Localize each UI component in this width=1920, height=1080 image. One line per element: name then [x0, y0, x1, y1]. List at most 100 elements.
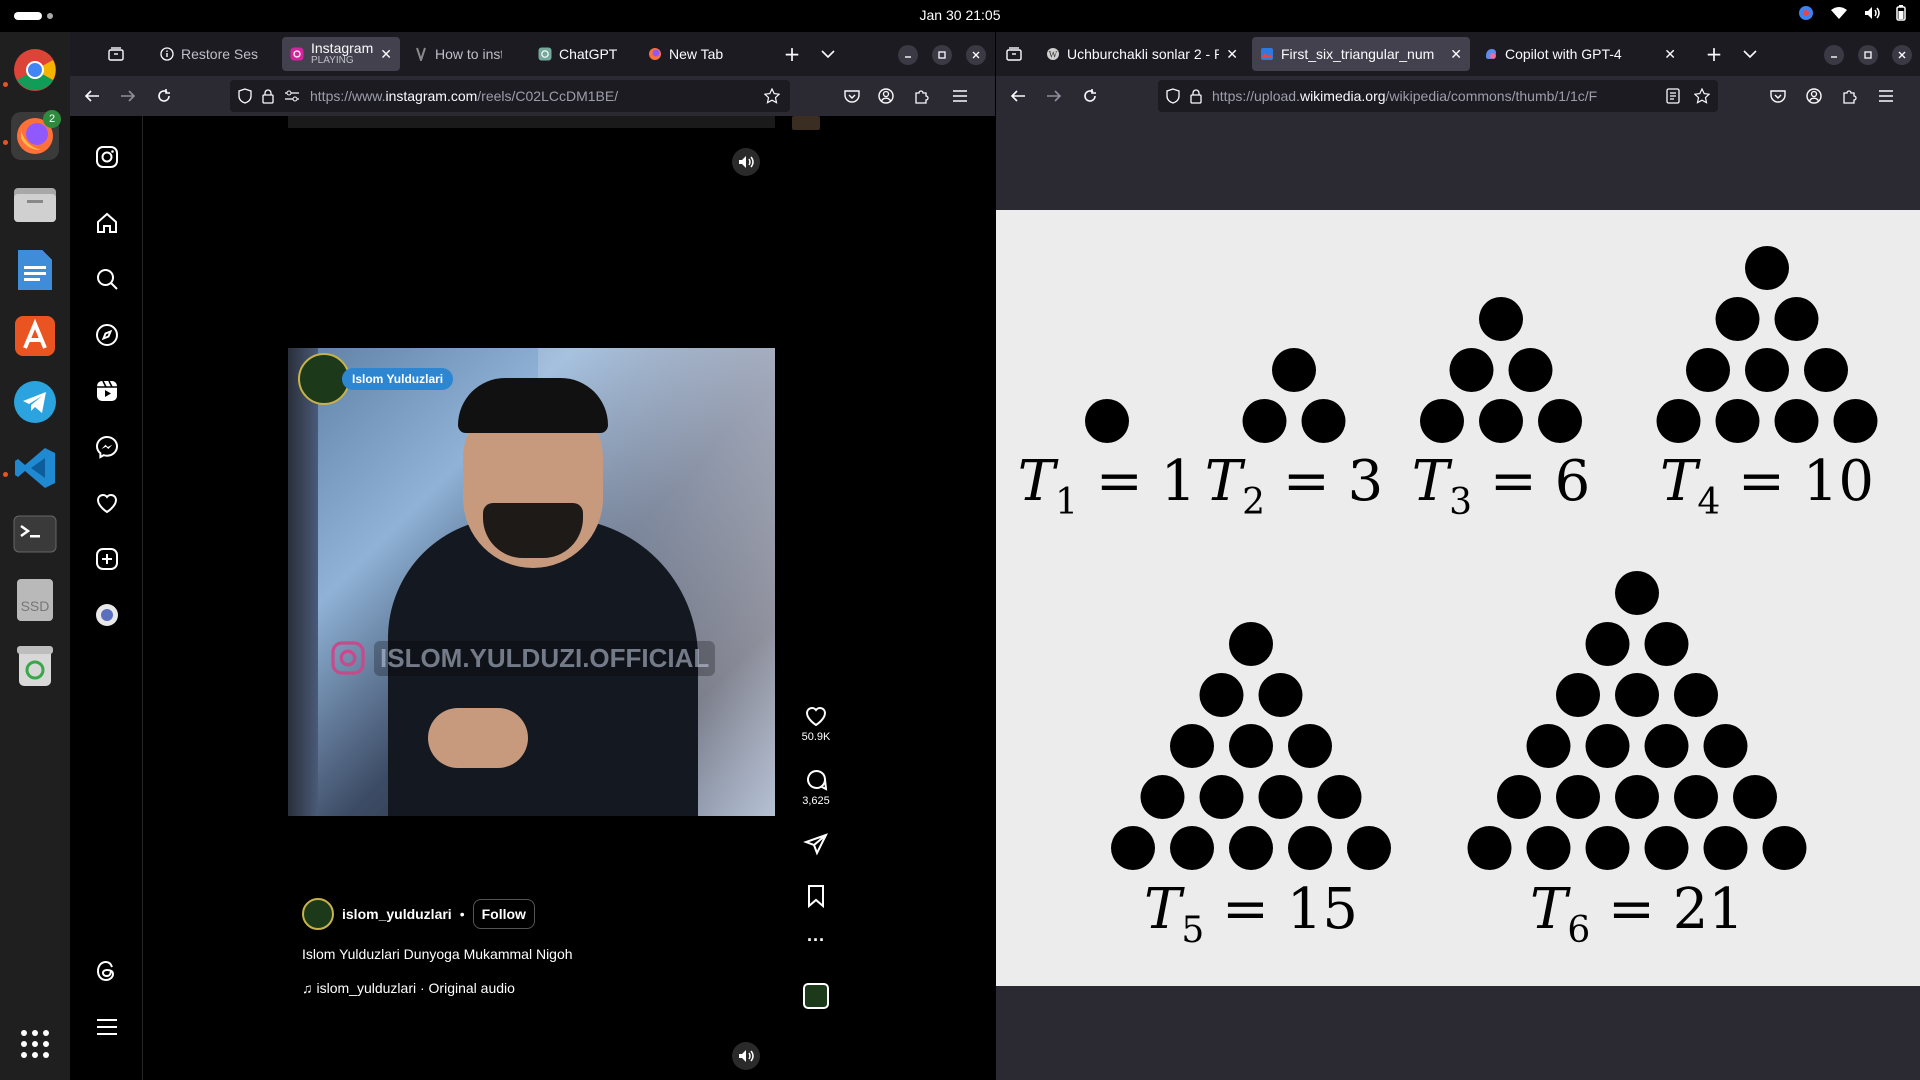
dock-show-apps[interactable]	[11, 1020, 59, 1068]
reels-icon[interactable]	[94, 378, 120, 404]
reel-audio[interactable]: ♫ islom_yulduzlari · Original audio	[302, 980, 515, 996]
tab-restore-session[interactable]: Restore Ses	[152, 37, 276, 71]
tab-chatgpt[interactable]: ChatGPT	[530, 37, 634, 71]
pocket-button[interactable]	[842, 86, 862, 106]
dot	[1703, 724, 1748, 768]
close-window-button[interactable]	[1892, 45, 1912, 65]
firefox-view-button[interactable]	[1004, 44, 1024, 64]
list-all-tabs-button[interactable]	[1740, 44, 1760, 64]
audio-thumb-button[interactable]	[792, 983, 840, 1009]
tab-uchburchakli-sonlar[interactable]: W Uchburchakli sonlar 2 - R ✕	[1038, 37, 1246, 71]
tab-label: Restore Ses	[181, 46, 259, 62]
account-button[interactable]	[1804, 86, 1824, 106]
tab-close-icon[interactable]: ✕	[1664, 46, 1676, 63]
dock-firefox[interactable]: 2	[11, 110, 61, 160]
instagram-icon	[331, 641, 365, 675]
reload-button[interactable]	[154, 86, 174, 106]
dot	[1585, 826, 1630, 870]
dock-files[interactable]	[11, 180, 59, 228]
triangular-number-label: T3 = 6	[1412, 449, 1590, 523]
new-tab-button[interactable]: +	[1704, 42, 1724, 66]
share-button[interactable]	[792, 832, 840, 859]
dock-ssd[interactable]: SSD	[11, 576, 59, 624]
clock[interactable]: Jan 30 21:05	[0, 7, 1920, 23]
maximize-button[interactable]	[1858, 45, 1878, 65]
reel-video[interactable]: Islom Yulduzlari ISLOM.YULDUZI.OFFICIAL	[288, 348, 775, 816]
reel-caption[interactable]: Islom Yulduzlari Dunyoga Mukammal Nigoh	[302, 946, 573, 962]
follow-button[interactable]: Follow	[472, 899, 535, 929]
terminal-icon	[13, 515, 57, 553]
list-all-tabs-button[interactable]	[818, 44, 838, 64]
reader-view-icon[interactable]	[1666, 88, 1680, 104]
extensions-button[interactable]	[912, 86, 932, 106]
dot	[1288, 826, 1332, 870]
minimize-button[interactable]	[1824, 45, 1844, 65]
messenger-icon[interactable]	[94, 434, 120, 460]
profile-avatar[interactable]	[94, 602, 120, 628]
back-button[interactable]	[1008, 86, 1028, 106]
back-button[interactable]	[82, 86, 102, 106]
forward-button[interactable]	[1044, 86, 1064, 106]
more-options-icon[interactable]: ···	[792, 930, 840, 951]
author-username[interactable]: islom_yulduzlari	[342, 906, 452, 922]
tab-new-tab[interactable]: New Tab	[640, 37, 744, 71]
dock-terminal[interactable]	[11, 510, 59, 558]
dock-app-center[interactable]	[11, 312, 59, 360]
explore-compass-icon[interactable]	[94, 322, 120, 348]
system-tray[interactable]	[1798, 5, 1906, 21]
more-menu-icon[interactable]	[94, 1014, 120, 1040]
tab-close-icon[interactable]: ✕	[1450, 46, 1462, 63]
dock-chrome[interactable]	[11, 46, 59, 94]
triangular-numbers-image[interactable]: T1 = 1 T2 = 3 T3 = 6 T4 = 10 T5 = 15 T6 = 21	[996, 210, 1920, 986]
dock: 2 SSD	[0, 32, 70, 1080]
send-icon	[803, 833, 828, 856]
reload-button[interactable]	[1080, 86, 1100, 106]
tab-close-icon[interactable]: ✕	[1226, 46, 1238, 63]
tab-close-icon[interactable]: ✕	[380, 46, 392, 63]
app-menu-button[interactable]	[950, 86, 970, 106]
extensions-button[interactable]	[1840, 86, 1860, 106]
files-icon	[14, 188, 56, 222]
address-bar[interactable]: https://www.instagram.com/reels/C02LCcDM…	[230, 80, 790, 112]
threads-icon[interactable]	[94, 958, 120, 984]
create-plus-icon[interactable]	[94, 546, 120, 572]
notifications-heart-icon[interactable]	[94, 490, 120, 516]
tab-triangular-numbers-image[interactable]: First_six_triangular_num ✕	[1252, 37, 1470, 71]
mute-toggle-button[interactable]	[732, 148, 760, 176]
search-icon[interactable]	[94, 266, 120, 292]
maximize-button[interactable]	[932, 45, 952, 65]
dock-trash[interactable]	[11, 642, 59, 690]
channel-tag-overlay: Islom Yulduzlari	[298, 353, 454, 405]
pocket-button[interactable]	[1768, 86, 1788, 106]
dock-telegram[interactable]	[11, 378, 59, 426]
comment-button[interactable]: 3,625	[792, 768, 840, 807]
instagram-logo-icon[interactable]	[94, 144, 120, 170]
mute-toggle-button-bottom[interactable]	[732, 1042, 760, 1070]
save-button[interactable]	[792, 884, 840, 911]
like-button[interactable]: 50.9K	[792, 704, 840, 743]
previous-reel-author-thumb[interactable]	[792, 116, 820, 130]
tab-copilot[interactable]: Copilot with GPT-4 ✕	[1476, 37, 1684, 71]
tab-how-to[interactable]: How to inst	[406, 37, 510, 71]
account-button[interactable]	[876, 86, 896, 106]
tab-instagram[interactable]: Instagram PLAYING ✕	[282, 37, 400, 71]
app-menu-button[interactable]	[1876, 86, 1896, 106]
tab-label: Instagram	[311, 42, 374, 56]
close-window-button[interactable]	[966, 45, 986, 65]
heart-icon	[805, 707, 827, 727]
dock-vscode[interactable]	[11, 444, 59, 492]
home-icon[interactable]	[94, 210, 120, 236]
bookmark-star-icon[interactable]	[1694, 88, 1710, 104]
address-bar[interactable]: https://upload.wikimedia.org/wikipedia/c…	[1158, 80, 1718, 112]
dock-writer[interactable]	[11, 246, 59, 294]
firefox-view-button[interactable]	[106, 44, 126, 64]
tracking-shield-icon	[238, 88, 252, 104]
author-avatar[interactable]	[302, 898, 334, 930]
reel-container[interactable]: Islom Yulduzlari ISLOM.YULDUZI.OFFICIAL …	[288, 116, 775, 1080]
minimize-button[interactable]	[898, 45, 918, 65]
new-tab-button[interactable]: +	[782, 42, 802, 66]
dot	[1199, 673, 1244, 717]
image-icon	[1261, 48, 1273, 60]
forward-button[interactable]	[118, 86, 138, 106]
bookmark-star-icon[interactable]	[764, 88, 780, 104]
